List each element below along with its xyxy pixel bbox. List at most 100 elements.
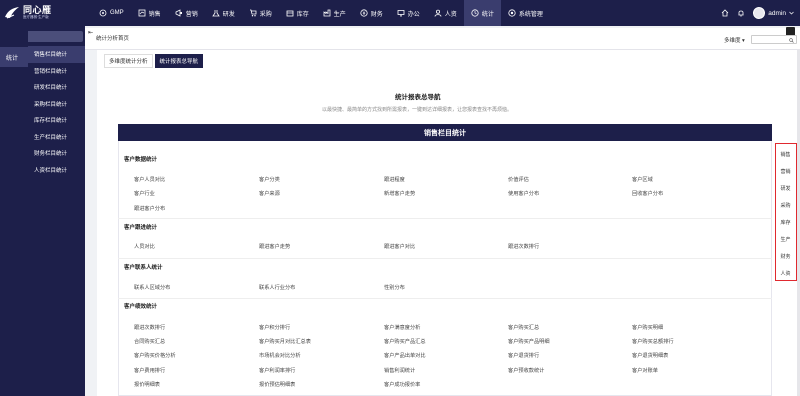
report-link[interactable]: 使用客户分布 <box>508 190 539 197</box>
sidebar-item-production-stats[interactable]: 生产栏目统计 <box>28 129 85 146</box>
report-link[interactable]: 合同购买汇总 <box>134 338 165 345</box>
report-link[interactable]: 销售利润统计 <box>384 367 415 374</box>
report-link[interactable]: 跟进次数排行 <box>134 324 165 331</box>
report-link[interactable]: 跟进客户分布 <box>134 205 165 212</box>
report-link[interactable]: 跟进客户走势 <box>259 243 290 250</box>
report-link[interactable]: 客户行业 <box>134 190 155 197</box>
report-link[interactable]: 客户对账单 <box>632 367 658 374</box>
breadcrumb[interactable]: 统计分析首页 <box>96 34 129 42</box>
nav-label: 采购 <box>259 11 272 18</box>
nav-label: 系统管理 <box>518 11 543 18</box>
report-link[interactable]: 客户产品出单对比 <box>384 352 426 359</box>
tab-bar: 多维度统计分析 统计报表总导航 <box>104 54 204 68</box>
sidebar-module-stats[interactable]: 统计 <box>0 47 28 67</box>
nav-label: 研发 <box>222 11 235 18</box>
report-link[interactable]: 客户购买产品汇总 <box>384 338 426 345</box>
nav-inventory[interactable]: 库存 <box>279 0 316 26</box>
quick-nav-marketing[interactable]: 营销 <box>776 168 795 175</box>
report-link[interactable]: 跟进程度 <box>384 176 405 183</box>
nav-gmp[interactable]: GMP <box>92 0 131 26</box>
report-link[interactable]: 报价预估明细表 <box>259 381 295 388</box>
nav-rd[interactable]: 研发 <box>205 0 242 26</box>
report-link[interactable]: 客户购买汇总 <box>508 324 539 331</box>
bell-icon[interactable] <box>737 9 745 17</box>
report-link[interactable]: 报价明细表 <box>134 381 160 388</box>
report-link[interactable]: 客户人员对比 <box>134 176 165 183</box>
report-link[interactable]: 市场机会对比分析 <box>259 352 301 359</box>
top-navigation-bar: 同心雁 医疗器械·生产版 GMP 销售 营销 研发 采购 库存 生产 财务 办公… <box>0 0 800 26</box>
report-link[interactable]: 客户购买月对比汇总表 <box>259 338 311 345</box>
nav-purchase[interactable]: 采购 <box>242 0 279 26</box>
quick-nav-purchase[interactable]: 采购 <box>776 202 795 209</box>
search-icon <box>789 37 794 43</box>
report-link[interactable]: 客户满意度分析 <box>384 324 420 331</box>
report-link[interactable]: 客户来源 <box>259 190 280 197</box>
top-right-actions: admin <box>721 0 800 26</box>
report-link[interactable]: 客户购买总额排行 <box>632 338 674 345</box>
quick-nav-sales[interactable]: 销售 <box>776 151 795 158</box>
tab-multidim-analysis[interactable]: 多维度统计分析 <box>104 54 153 68</box>
quick-nav-hr[interactable]: 人资 <box>776 270 795 277</box>
report-link[interactable]: 客户退货明细表 <box>632 352 668 359</box>
system-icon <box>508 9 516 17</box>
sidebar-item-rd-stats[interactable]: 研发栏目统计 <box>28 79 85 96</box>
nav-system[interactable]: 系统管理 <box>501 0 550 26</box>
sidebar-item-sales-stats[interactable]: 销售栏目统计 <box>28 46 85 63</box>
report-link[interactable]: 客户购买产品明细 <box>508 338 550 345</box>
home-icon[interactable] <box>721 9 729 17</box>
nav-hr[interactable]: 人资 <box>427 0 464 26</box>
quick-nav-production[interactable]: 生产 <box>776 236 795 243</box>
dimension-dropdown[interactable]: 多维度 ▾ <box>724 36 745 44</box>
report-link[interactable]: 客户利润率排行 <box>259 367 295 374</box>
nav-label: 营销 <box>185 11 198 18</box>
sidebar-item-marketing-stats[interactable]: 营销栏目统计 <box>28 63 85 80</box>
report-link[interactable]: 新增客户走势 <box>384 190 415 197</box>
collapse-sidebar-icon[interactable]: ⇤ <box>88 29 93 36</box>
breadcrumb-bar <box>85 28 800 50</box>
quick-nav-rd[interactable]: 研发 <box>776 185 795 192</box>
nav-office[interactable]: 办公 <box>390 0 427 26</box>
nav-label: 库存 <box>296 11 309 18</box>
nav-stats[interactable]: 统计 <box>463 0 501 26</box>
report-link[interactable]: 跟进次数排行 <box>508 243 539 250</box>
nav-label: 人资 <box>444 11 457 18</box>
sidebar-item-hr-stats[interactable]: 人资栏目统计 <box>28 162 85 179</box>
report-search-input[interactable] <box>751 35 797 44</box>
section-title-customer-contacts: 客户联系人统计 <box>124 265 163 271</box>
report-link[interactable]: 价值评估 <box>508 176 529 183</box>
report-link[interactable]: 客户成功报价率 <box>384 381 420 388</box>
report-link[interactable]: 客户费用排行 <box>134 367 165 374</box>
sidebar-item-purchase-stats[interactable]: 采购栏目统计 <box>28 96 85 113</box>
goose-logo-icon <box>5 7 19 19</box>
user-menu[interactable]: admin <box>753 7 794 19</box>
report-link[interactable]: 客户退货排行 <box>508 352 539 359</box>
sidebar-item-finance-stats[interactable]: 财务栏目统计 <box>28 145 85 162</box>
nav-finance[interactable]: 财务 <box>353 0 390 26</box>
panel-title: 销售栏目统计 <box>118 124 772 141</box>
report-link[interactable]: 人员对比 <box>134 243 155 250</box>
stats-icon <box>471 9 479 17</box>
gmp-icon <box>99 9 107 17</box>
report-link[interactable]: 联系人行业分布 <box>259 284 295 291</box>
report-link[interactable]: 客户购买明细 <box>632 324 663 331</box>
logo[interactable]: 同心雁 医疗器械·生产版 <box>0 0 88 26</box>
finance-icon <box>360 9 368 17</box>
nav-marketing[interactable]: 营销 <box>168 0 205 26</box>
quick-nav-inventory[interactable]: 库存 <box>776 219 795 226</box>
report-link[interactable]: 客户预收款统计 <box>508 367 544 374</box>
report-link[interactable]: 客户积分排行 <box>259 324 290 331</box>
avatar <box>753 7 766 19</box>
report-link[interactable]: 联系人区域分布 <box>134 284 170 291</box>
sub-sidebar: 销售栏目统计 营销栏目统计 研发栏目统计 采购栏目统计 库存栏目统计 生产栏目统… <box>28 46 85 396</box>
report-link[interactable]: 客户购买价格分析 <box>134 352 176 359</box>
report-link[interactable]: 客户区域 <box>632 176 653 183</box>
report-link[interactable]: 回收客户分布 <box>632 190 663 197</box>
tab-report-navigation[interactable]: 统计报表总导航 <box>154 54 204 68</box>
report-link[interactable]: 跟进客户对比 <box>384 243 415 250</box>
report-link[interactable]: 性别分布 <box>384 284 405 291</box>
nav-production[interactable]: 生产 <box>316 0 353 26</box>
report-link[interactable]: 客户分类 <box>259 176 280 183</box>
nav-sales[interactable]: 销售 <box>131 0 168 26</box>
sidebar-item-inventory-stats[interactable]: 库存栏目统计 <box>28 112 85 129</box>
quick-nav-finance[interactable]: 财务 <box>776 253 795 260</box>
